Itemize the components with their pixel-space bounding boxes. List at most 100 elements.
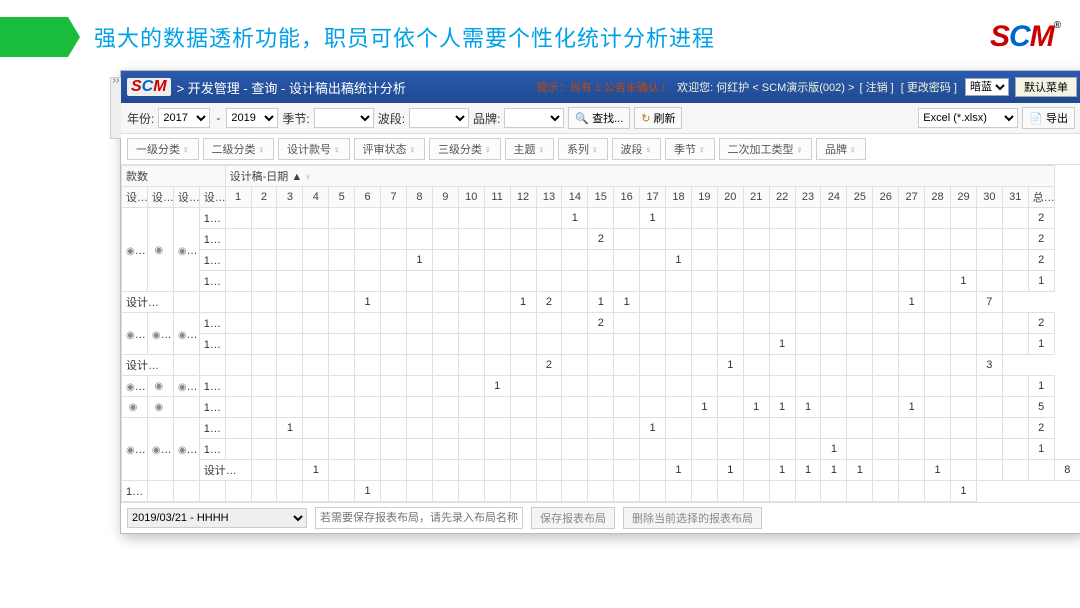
data-cell (484, 397, 510, 418)
dept-cell[interactable]: ◉设计师 (173, 376, 199, 397)
data-cell (303, 208, 329, 229)
pivot-row-field[interactable]: 设计师 ▼♀ (122, 187, 148, 208)
footer: 2019/03/21 - HHHH 保存报表布局 删除当前选择的报表布局 (121, 502, 1080, 533)
filter-icon[interactable]: ♀ (538, 145, 546, 156)
year-label: 年份: (127, 110, 154, 127)
data-cell (614, 250, 640, 271)
data-cell (795, 313, 821, 334)
expand-icon[interactable]: ◉ (126, 445, 135, 456)
year-to-select[interactable]: 2019 (226, 108, 278, 128)
change-password-link[interactable]: [ 更改密码 ] (901, 82, 957, 94)
designer-cell[interactable]: ◉云雾 (122, 208, 148, 292)
field-dropzone[interactable]: 一级分类♀二级分类♀设计款号♀评审状态♀三级分类♀主题♀系列♀波段♀季节♀二次加… (121, 134, 1080, 165)
expand-icon[interactable]: ◉ (126, 382, 135, 393)
data-cell (251, 208, 277, 229)
data-cell: 1 (899, 397, 925, 418)
field-chip[interactable]: 波段♀ (612, 138, 662, 160)
filter-icon[interactable]: ♀ (333, 145, 341, 156)
data-cell (899, 439, 925, 460)
filter-icon[interactable]: ♀ (484, 145, 492, 156)
titlebar-tip[interactable]: 提示：尚有 1 公告未确认 ! (537, 79, 665, 95)
filter-icon[interactable]: ♀ (409, 145, 417, 156)
filter-icon[interactable]: ♀ (698, 145, 706, 156)
field-chip[interactable]: 季节♀ (665, 138, 715, 160)
export-format-select[interactable]: Excel (*.xlsx) (918, 108, 1018, 128)
data-cell: 1 (355, 292, 381, 313)
data-cell: 2 (588, 229, 614, 250)
data-cell (925, 292, 951, 313)
designer-cell[interactable]: ◉王老五 (122, 376, 148, 397)
designer-cell[interactable]: ◉ (122, 397, 148, 418)
pivot-row-field[interactable]: 设计稿-年月 ▲♀ (199, 187, 225, 208)
data-cell (510, 271, 536, 292)
sidebar-handle[interactable]: ›› (110, 77, 121, 139)
group-cell[interactable]: ◉ (147, 376, 173, 397)
brand-select[interactable] (504, 108, 564, 128)
data-cell (821, 376, 847, 397)
designer-cell[interactable]: ◉芳 (122, 418, 148, 481)
year-from-select[interactable]: 2017 (158, 108, 210, 128)
data-cell (225, 229, 251, 250)
field-chip[interactable]: 评审状态♀ (354, 138, 426, 160)
expand-icon[interactable]: ◉ (126, 330, 135, 341)
field-chip[interactable]: 品牌♀ (816, 138, 866, 160)
data-cell (666, 313, 692, 334)
export-button[interactable]: 📄 导出 (1022, 107, 1075, 129)
field-chip[interactable]: 系列♀ (558, 138, 608, 160)
field-chip[interactable]: 二级分类♀ (203, 138, 275, 160)
group-cell[interactable]: ◉设计1组 (147, 418, 173, 481)
wave-select[interactable] (409, 108, 469, 128)
filter-icon[interactable]: ♀ (258, 145, 266, 156)
data-cell (743, 355, 769, 376)
data-cell (303, 481, 329, 502)
layout-select[interactable]: 2019/03/21 - HHHH (127, 508, 307, 528)
data-cell (432, 313, 458, 334)
data-cell (381, 208, 407, 229)
data-cell: 1 (821, 439, 847, 460)
expand-icon[interactable]: ◉ (126, 246, 135, 257)
filter-icon[interactable]: ♀ (304, 172, 312, 183)
data-cell (640, 376, 666, 397)
search-button[interactable]: 🔍查找... (568, 107, 630, 129)
logout-link[interactable]: [ 注销 ] (859, 82, 893, 94)
data-cell (925, 271, 951, 292)
dept-cell[interactable]: ◉设计师 (173, 313, 199, 355)
filter-icon[interactable]: ♀ (591, 145, 599, 156)
filter-icon[interactable]: ♀ (645, 145, 653, 156)
save-layout-button[interactable]: 保存报表布局 (531, 507, 615, 529)
period-cell: 17年01月 (122, 481, 148, 502)
data-cell (795, 271, 821, 292)
field-chip[interactable]: 主题♀ (505, 138, 555, 160)
field-chip[interactable]: 三级分类♀ (429, 138, 501, 160)
group-cell[interactable]: ◉设计一组 (147, 313, 173, 355)
data-cell (536, 208, 562, 229)
field-chip[interactable]: 设计款号♀ (278, 138, 350, 160)
theme-select[interactable]: 暗蓝 (965, 78, 1009, 96)
data-cell (691, 208, 717, 229)
pivot-row-field[interactable]: 设计组 ▲♀ (147, 187, 173, 208)
data-cell (666, 439, 692, 460)
pivot-col-group[interactable]: 设计稿-日期 ▲♀ (225, 166, 1054, 187)
filter-icon[interactable]: ♀ (849, 145, 857, 156)
designer-cell[interactable]: ◉王一 (122, 313, 148, 355)
group-cell[interactable]: ◉ (147, 208, 173, 292)
group-cell[interactable]: ◉ (147, 397, 173, 418)
delete-layout-button[interactable]: 删除当前选择的报表布局 (623, 507, 762, 529)
default-menu-button[interactable]: 默认菜单 (1015, 77, 1077, 97)
day-column: 27 (899, 187, 925, 208)
layout-name-input[interactable] (315, 507, 523, 529)
refresh-button[interactable]: ↻刷新 (634, 107, 682, 129)
filter-icon[interactable]: ♀ (182, 145, 190, 156)
dept-cell[interactable]: ◉设计部 (173, 418, 199, 481)
field-chip[interactable]: 二次加工类型♀ (719, 138, 813, 160)
field-chip[interactable]: 一级分类♀ (127, 138, 199, 160)
filter-icon[interactable]: ♀ (796, 145, 804, 156)
season-select[interactable] (314, 108, 374, 128)
dept-cell[interactable]: ◉设计部 (173, 208, 199, 292)
day-column: 16 (614, 187, 640, 208)
row-total: 2 (1028, 208, 1054, 229)
dept-cell[interactable] (173, 397, 199, 418)
pivot-row-field[interactable]: 设计部 ▼♀ (173, 187, 199, 208)
data-cell (873, 355, 899, 376)
data-cell (562, 313, 588, 334)
